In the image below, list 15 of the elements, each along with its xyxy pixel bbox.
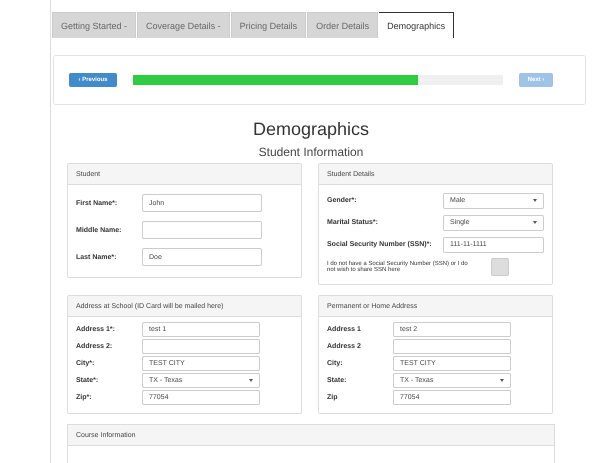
section-title: Student Information — [258, 145, 364, 159]
tab[interactable]: Demographics — [379, 12, 454, 38]
tab[interactable]: Getting Started - — [52, 12, 136, 38]
tab[interactable]: Pricing Details — [230, 12, 306, 38]
input-field[interactable] — [142, 339, 260, 354]
caret-icon — [533, 221, 537, 224]
tab[interactable]: Order Details — [307, 12, 378, 38]
page-title: Demographics — [252, 119, 370, 140]
checkbox[interactable] — [491, 258, 509, 276]
caret-icon — [500, 379, 504, 382]
caret-icon — [533, 199, 537, 202]
input-field[interactable] — [142, 221, 262, 239]
caret-icon — [249, 379, 253, 382]
input-field[interactable] — [393, 339, 511, 354]
tab[interactable]: Coverage Details - — [137, 12, 230, 38]
